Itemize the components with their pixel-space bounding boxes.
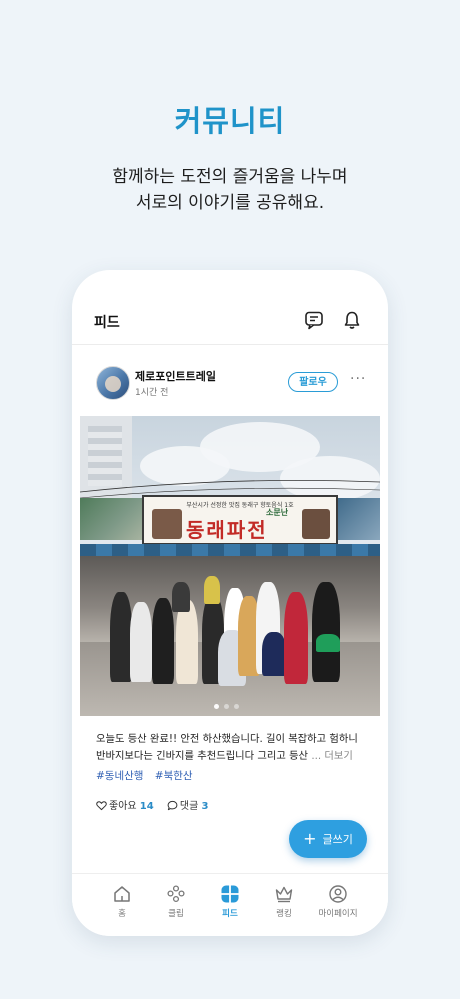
comments-label: 댓글: [179, 801, 199, 812]
fab-label: 글쓰기: [322, 833, 353, 846]
chat-icon[interactable]: [304, 310, 324, 330]
nav-item-home[interactable]: 홈: [92, 884, 152, 919]
follow-button[interactable]: 팔로우: [288, 372, 338, 392]
tag-list: #동네산행 #북한산: [96, 768, 201, 783]
comment-button[interactable]: 댓글 3: [167, 800, 209, 812]
headline: 커뮤니티: [174, 104, 286, 138]
likes-label: 좋아요: [109, 801, 137, 812]
post-photo[interactable]: 부산시가 선정한 맛집 동래구 향토음식 1호 소문난 동래파전: [80, 416, 380, 716]
more-options-icon[interactable]: ···: [350, 371, 366, 387]
group-icon: [167, 885, 185, 903]
feed-icon: [221, 885, 239, 903]
post-body-line-2: 반바지보다는 긴바지를 추천드립니다 그리고 등산 ... 더보기: [96, 747, 368, 762]
nav-label: 홈: [118, 909, 126, 919]
read-more-link[interactable]: ... 더보기: [311, 750, 353, 762]
bell-icon[interactable]: [342, 310, 362, 330]
comments-count: 3: [201, 801, 209, 812]
sign-mini-text: 소문난: [266, 508, 289, 517]
tag-item[interactable]: #동네산행: [96, 770, 143, 782]
person-icon: [329, 885, 347, 903]
subline-1: 함께하는 도전의 즐거움을 나누며: [112, 167, 348, 187]
post-body-line-1: 오늘도 등산 완료!! 안전 하산했습니다. 길이 복잡하고 험하니: [96, 733, 358, 745]
store-sign: 부산시가 선정한 맛집 동래구 향토음식 1호 소문난 동래파전: [142, 495, 338, 545]
nav-item-ranking[interactable]: 랭킹: [254, 884, 314, 919]
post-time: 1시간 전: [135, 388, 169, 398]
avatar[interactable]: [96, 366, 130, 400]
nav-label: 피드: [222, 909, 238, 919]
heart-icon: [96, 801, 107, 811]
nav-item-club[interactable]: 클립: [146, 884, 206, 919]
nav-label: 랭킹: [276, 909, 292, 919]
plus-icon: +: [303, 829, 317, 848]
sign-small-text: 부산시가 선정한 맛집 동래구 향토음식 1호: [186, 502, 294, 509]
subline-2: 서로의 이야기를 공유해요.: [135, 193, 325, 213]
carousel-dots: [80, 704, 380, 710]
reactions-bar: 좋아요 14 댓글 3: [96, 797, 208, 812]
top-bar: 피드: [72, 270, 388, 345]
bottom-nav: 홈 클립 피드 랭킹 마이페이지: [72, 873, 388, 936]
nav-item-feed[interactable]: 피드: [200, 884, 260, 919]
phone-mockup: 피드 제로포인트트레일 1시간 전 팔로우 ··· 부산시가 선정한 맛집 동래…: [72, 270, 388, 936]
comment-icon: [167, 800, 178, 811]
nav-label: 마이페이지: [318, 909, 358, 919]
like-button[interactable]: 좋아요 14: [96, 801, 157, 812]
home-icon: [114, 886, 130, 902]
post-header: 제로포인트트레일 1시간 전 팔로우 ···: [72, 366, 388, 406]
nav-label: 클립: [168, 909, 184, 919]
nav-item-mypage[interactable]: 마이페이지: [308, 884, 368, 919]
write-post-button[interactable]: + 글쓰기: [289, 820, 367, 858]
tag-item[interactable]: #북한산: [155, 770, 193, 782]
author-name[interactable]: 제로포인트트레일: [135, 368, 216, 384]
crown-icon: [275, 886, 293, 903]
sign-big-text: 동래파전: [186, 518, 268, 542]
page-title: 피드: [94, 315, 120, 331]
likes-count: 14: [139, 801, 154, 812]
post-body-line-2-text: 반바지보다는 긴바지를 추천드립니다 그리고 등산: [96, 750, 309, 762]
